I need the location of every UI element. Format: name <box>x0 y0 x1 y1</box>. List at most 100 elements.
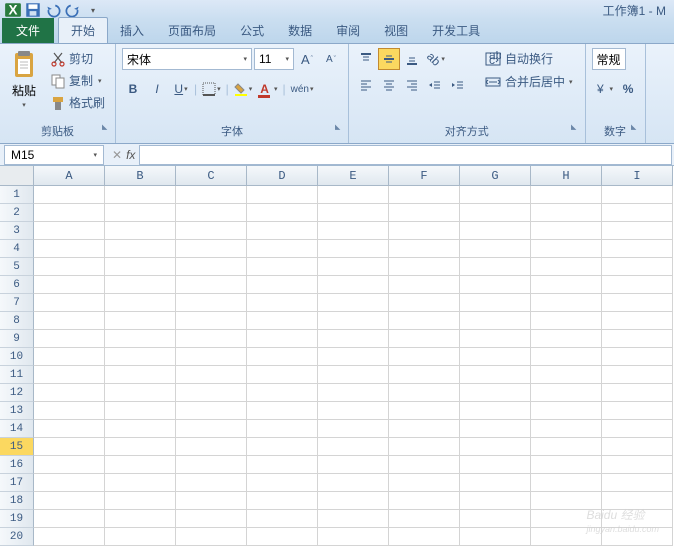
cell[interactable] <box>105 294 176 312</box>
cell[interactable] <box>34 186 105 204</box>
cell[interactable] <box>34 420 105 438</box>
cell[interactable] <box>105 330 176 348</box>
cells-area[interactable] <box>34 186 673 546</box>
cell[interactable] <box>389 204 460 222</box>
cell[interactable] <box>176 420 247 438</box>
row-header[interactable]: 7 <box>0 294 34 312</box>
phonetic-button[interactable]: wén▾ <box>288 78 317 100</box>
align-bottom-icon[interactable] <box>401 48 423 70</box>
number-format-select[interactable]: 常规 <box>592 48 626 70</box>
cell[interactable] <box>318 474 389 492</box>
row-header[interactable]: 8 <box>0 312 34 330</box>
cell[interactable] <box>105 384 176 402</box>
cell[interactable] <box>247 330 318 348</box>
cell[interactable] <box>389 528 460 546</box>
cell[interactable] <box>460 222 531 240</box>
cell[interactable] <box>247 510 318 528</box>
cell[interactable] <box>531 474 602 492</box>
cell[interactable] <box>318 276 389 294</box>
currency-icon[interactable]: ¥▾ <box>592 78 617 100</box>
cell[interactable] <box>531 222 602 240</box>
cell[interactable] <box>460 294 531 312</box>
cell[interactable] <box>34 510 105 528</box>
cell[interactable] <box>318 186 389 204</box>
increase-font-icon[interactable]: Aˆ <box>296 48 318 70</box>
font-name-select[interactable]: 宋体▾ <box>122 48 252 70</box>
cell[interactable] <box>460 240 531 258</box>
cell[interactable] <box>602 366 673 384</box>
cell[interactable] <box>176 240 247 258</box>
column-header[interactable]: I <box>602 166 673 186</box>
tab-review[interactable]: 审阅 <box>324 18 372 43</box>
cell[interactable] <box>460 312 531 330</box>
row-header[interactable]: 15 <box>0 438 34 456</box>
cell[interactable] <box>105 474 176 492</box>
cell[interactable] <box>389 222 460 240</box>
cell[interactable] <box>34 294 105 312</box>
cell[interactable] <box>176 366 247 384</box>
cell[interactable] <box>176 384 247 402</box>
tab-view[interactable]: 视图 <box>372 18 420 43</box>
cell[interactable] <box>531 528 602 546</box>
cell[interactable] <box>602 402 673 420</box>
row-header[interactable]: 2 <box>0 204 34 222</box>
cell[interactable] <box>602 312 673 330</box>
cell[interactable] <box>247 456 318 474</box>
cell[interactable] <box>247 186 318 204</box>
cell[interactable] <box>247 438 318 456</box>
cell[interactable] <box>602 330 673 348</box>
cell[interactable] <box>460 348 531 366</box>
cell[interactable] <box>460 510 531 528</box>
cell[interactable] <box>389 420 460 438</box>
cell[interactable] <box>34 330 105 348</box>
cell[interactable] <box>176 528 247 546</box>
cell[interactable] <box>247 294 318 312</box>
cell[interactable] <box>531 384 602 402</box>
cell[interactable] <box>247 474 318 492</box>
cell[interactable] <box>105 420 176 438</box>
cell[interactable] <box>176 438 247 456</box>
cell[interactable] <box>460 492 531 510</box>
cell[interactable] <box>389 384 460 402</box>
row-header[interactable]: 6 <box>0 276 34 294</box>
cell[interactable] <box>318 528 389 546</box>
cell[interactable] <box>34 474 105 492</box>
cut-button[interactable]: 剪切 <box>46 48 109 69</box>
cell[interactable] <box>34 528 105 546</box>
row-header[interactable]: 18 <box>0 492 34 510</box>
cell[interactable] <box>34 438 105 456</box>
align-left-icon[interactable] <box>355 74 377 96</box>
tab-insert[interactable]: 插入 <box>108 18 156 43</box>
cell[interactable] <box>531 456 602 474</box>
cell[interactable] <box>247 240 318 258</box>
cell[interactable] <box>318 384 389 402</box>
row-header[interactable]: 9 <box>0 330 34 348</box>
cell[interactable] <box>318 258 389 276</box>
cell[interactable] <box>34 276 105 294</box>
cell[interactable] <box>176 294 247 312</box>
cell[interactable] <box>602 240 673 258</box>
cell[interactable] <box>176 474 247 492</box>
row-header[interactable]: 20 <box>0 528 34 546</box>
cell[interactable] <box>318 402 389 420</box>
cell[interactable] <box>105 456 176 474</box>
cell[interactable] <box>318 222 389 240</box>
cell[interactable] <box>247 492 318 510</box>
cell[interactable] <box>176 204 247 222</box>
italic-button[interactable]: I <box>146 78 168 100</box>
cell[interactable] <box>531 330 602 348</box>
cell[interactable] <box>602 204 673 222</box>
cell[interactable] <box>34 492 105 510</box>
cancel-icon[interactable]: ✕ <box>112 148 122 162</box>
cell[interactable] <box>34 222 105 240</box>
column-header[interactable]: G <box>460 166 531 186</box>
cell[interactable] <box>389 474 460 492</box>
cell[interactable] <box>105 258 176 276</box>
cell[interactable] <box>389 438 460 456</box>
cell[interactable] <box>389 294 460 312</box>
column-header[interactable]: A <box>34 166 105 186</box>
cell[interactable] <box>34 456 105 474</box>
cell[interactable] <box>176 258 247 276</box>
row-header[interactable]: 3 <box>0 222 34 240</box>
cell[interactable] <box>176 312 247 330</box>
